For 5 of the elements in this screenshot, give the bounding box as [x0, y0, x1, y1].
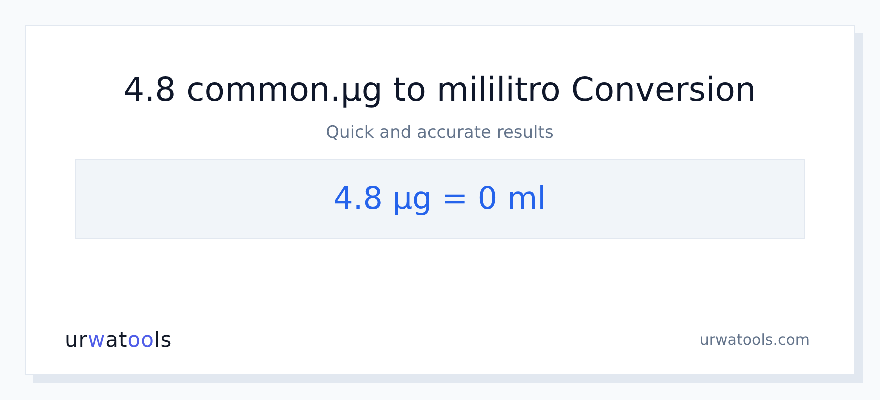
subtitle: Quick and accurate results: [326, 122, 554, 144]
result-text: 4.8 µg = 0 ml: [334, 181, 546, 217]
page-title: 4.8 common.µg to mililitro Conversion: [124, 70, 756, 110]
logo: urwatools: [65, 328, 172, 352]
site-url: urwatools.com: [700, 331, 810, 349]
